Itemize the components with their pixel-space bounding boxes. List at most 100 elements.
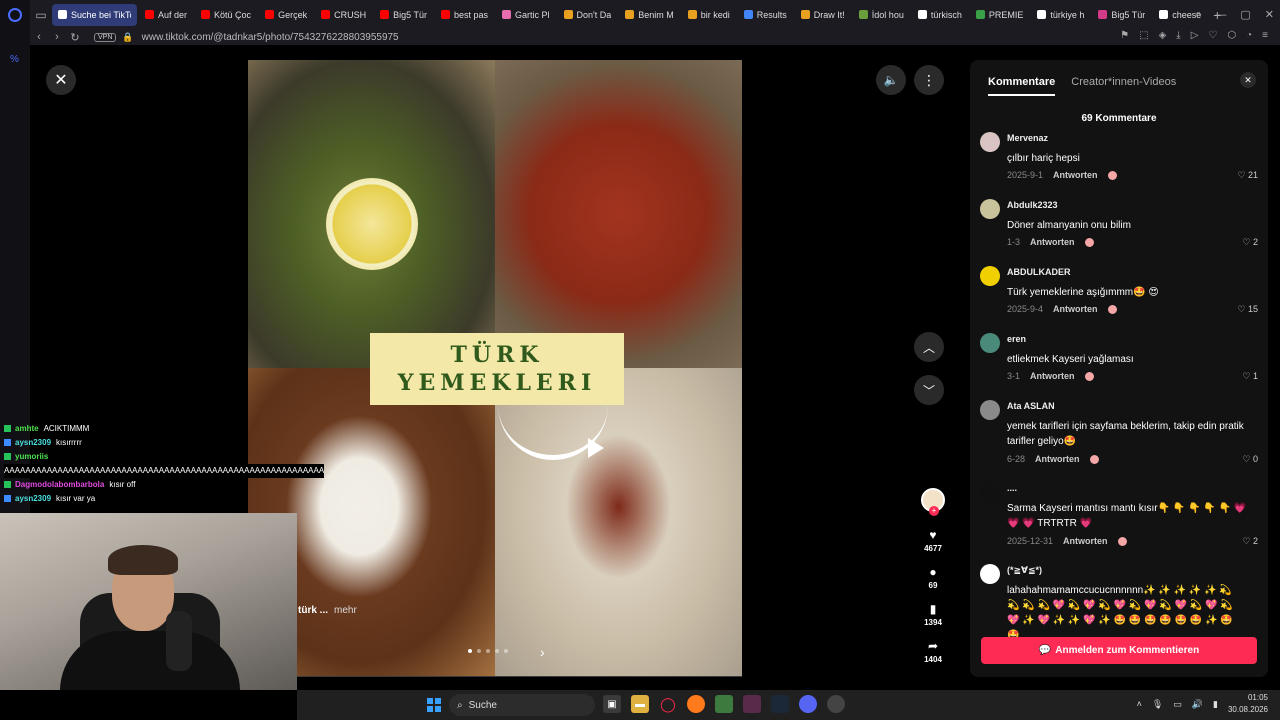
- browser-tab[interactable]: bir kedi: [682, 4, 736, 26]
- next-post-button[interactable]: ﹀: [914, 375, 944, 405]
- commenter-name[interactable]: Mervenaz: [1007, 133, 1048, 143]
- lock-icon[interactable]: 🔒: [122, 32, 133, 43]
- microphone-icon[interactable]: 🎙: [1152, 699, 1163, 710]
- reply-button[interactable]: Antworten: [1030, 237, 1075, 247]
- share-icon[interactable]: ➦: [928, 639, 938, 653]
- commenter-avatar[interactable]: [980, 266, 1000, 286]
- browser-tab[interactable]: Suche bei TikTo: [52, 3, 137, 26]
- minecraft-icon[interactable]: [715, 695, 733, 713]
- save-action[interactable]: ▮ 1394: [924, 602, 942, 627]
- url-field[interactable]: www.tiktok.com/@tadnkar5/photo/754327622…: [142, 32, 399, 43]
- opera-icon[interactable]: ◯: [659, 695, 677, 713]
- login-to-comment-button[interactable]: 💬 Anmelden zum Kommentieren: [981, 637, 1257, 664]
- extensions-icon[interactable]: ⬡: [1227, 30, 1236, 41]
- creator-avatar[interactable]: +: [921, 488, 945, 516]
- commenter-avatar[interactable]: [980, 482, 1000, 502]
- bookmark-icon[interactable]: ▮: [930, 602, 937, 616]
- tab-comments[interactable]: Kommentare: [988, 76, 1056, 96]
- minimize-button[interactable]: —: [1215, 9, 1226, 21]
- carousel-dot[interactable]: [486, 649, 490, 653]
- browser-tab[interactable]: Kötü Çoc: [195, 4, 257, 26]
- comment-like[interactable]: ♡ 15: [1237, 304, 1258, 315]
- comment-like[interactable]: ♡ 1: [1242, 371, 1258, 382]
- comment-like[interactable]: ♡ 2: [1242, 237, 1258, 248]
- previous-post-button[interactable]: ︿: [914, 332, 944, 362]
- share-action[interactable]: ➦ 1404: [924, 639, 942, 664]
- caption-more-link[interactable]: mehr: [334, 605, 357, 616]
- volume-icon[interactable]: 🔊: [1192, 699, 1203, 710]
- volume-icon[interactable]: 🔈: [876, 65, 906, 95]
- browser-tab[interactable]: Benim M: [619, 4, 680, 26]
- shield-icon[interactable]: ◈: [1159, 30, 1167, 41]
- close-window-button[interactable]: ✕: [1265, 8, 1274, 21]
- forward-button[interactable]: ›: [48, 31, 66, 43]
- reply-button[interactable]: Antworten: [1035, 454, 1080, 464]
- reply-button[interactable]: Antworten: [1053, 170, 1098, 180]
- file-explorer-icon[interactable]: ▬: [631, 695, 649, 713]
- browser-tab[interactable]: Draw It!: [795, 4, 851, 26]
- monitor-icon[interactable]: ▭: [1173, 699, 1182, 710]
- commenter-avatar[interactable]: [980, 564, 1000, 584]
- battery-icon[interactable]: ▮: [1213, 699, 1218, 710]
- profile-icon[interactable]: ◔: [1246, 30, 1252, 41]
- commenter-avatar[interactable]: [980, 333, 1000, 353]
- post-photo[interactable]: TÜRK YEMEKLERI türk ... mehr ›: [248, 60, 742, 677]
- reply-button[interactable]: Antworten: [1053, 304, 1098, 314]
- heart-icon[interactable]: ♡: [1208, 30, 1217, 41]
- app-icon[interactable]: [743, 695, 761, 713]
- commenter-name[interactable]: ABDULKADER: [1007, 267, 1071, 277]
- heart-outline-icon[interactable]: ♡: [1237, 170, 1245, 180]
- browser-tab[interactable]: Don't Da: [558, 4, 618, 26]
- menu-icon[interactable]: ≡: [1262, 30, 1268, 41]
- browser-tab[interactable]: türkisch: [912, 4, 968, 26]
- maximize-button[interactable]: ▢: [1240, 8, 1250, 21]
- comment-icon[interactable]: ●: [929, 565, 936, 579]
- carousel-next-icon[interactable]: ›: [540, 644, 545, 660]
- search-tabs-icon[interactable]: ⌕: [1195, 8, 1201, 21]
- taskbar-search[interactable]: ⌕ Suche: [449, 694, 595, 716]
- browser-tab[interactable]: Gartic Pl: [496, 4, 556, 26]
- browser-tab[interactable]: türkiye h: [1031, 4, 1090, 26]
- bookmark-icon[interactable]: ⚑: [1120, 30, 1129, 41]
- commenter-name[interactable]: Abdulk2323: [1007, 200, 1058, 210]
- commenter-name[interactable]: Ata ASLAN: [1007, 401, 1055, 411]
- carousel-dot[interactable]: [504, 649, 508, 653]
- snapshot-icon[interactable]: ⬚: [1139, 30, 1148, 41]
- tab-creator-videos[interactable]: Creator*innen-Videos: [1071, 76, 1176, 96]
- comment-action[interactable]: ● 69: [929, 565, 938, 590]
- discord-icon[interactable]: [799, 695, 817, 713]
- obs-icon[interactable]: [827, 695, 845, 713]
- chevron-up-icon[interactable]: ˄: [1137, 699, 1142, 709]
- browser-tab[interactable]: Big5 Tür: [1092, 4, 1151, 26]
- carousel-dot[interactable]: [495, 649, 499, 653]
- download-icon[interactable]: ⤓: [1176, 30, 1180, 41]
- browser-tab[interactable]: Auf der: [139, 4, 193, 26]
- heart-outline-icon[interactable]: ♡: [1242, 371, 1250, 381]
- commenter-avatar[interactable]: [980, 199, 1000, 219]
- comment-like[interactable]: ♡ 21: [1237, 170, 1258, 181]
- browser-tab[interactable]: İdol hou: [853, 4, 910, 26]
- commenter-name[interactable]: ....: [1007, 483, 1017, 493]
- workspace-icon[interactable]: ▭: [30, 0, 52, 29]
- commenter-avatar[interactable]: [980, 132, 1000, 152]
- vpn-badge[interactable]: VPN: [94, 32, 117, 42]
- browser-tab[interactable]: PREMIE: [970, 4, 1030, 26]
- browser-tab[interactable]: best pas: [435, 4, 494, 26]
- commenter-name[interactable]: eren: [1007, 334, 1026, 344]
- like-action[interactable]: ♥ 4677: [924, 528, 942, 553]
- close-viewer-button[interactable]: ✕: [46, 65, 76, 95]
- back-button[interactable]: ‹: [30, 31, 48, 43]
- reply-button[interactable]: Antworten: [1030, 371, 1075, 381]
- play-icon[interactable]: ▷: [1191, 30, 1199, 41]
- comment-like[interactable]: ♡ 0: [1242, 454, 1258, 465]
- reply-button[interactable]: Antworten: [1063, 536, 1108, 546]
- reload-button[interactable]: ↻: [66, 31, 84, 44]
- start-button[interactable]: [427, 698, 441, 712]
- heart-outline-icon[interactable]: ♡: [1237, 304, 1245, 314]
- heart-outline-icon[interactable]: ♡: [1242, 536, 1250, 546]
- comment-like[interactable]: ♡ 2: [1242, 536, 1258, 547]
- carousel-dot[interactable]: [477, 649, 481, 653]
- steam-icon[interactable]: [771, 695, 789, 713]
- more-options-icon[interactable]: ⋮: [914, 65, 944, 95]
- follow-plus-icon[interactable]: +: [929, 506, 939, 516]
